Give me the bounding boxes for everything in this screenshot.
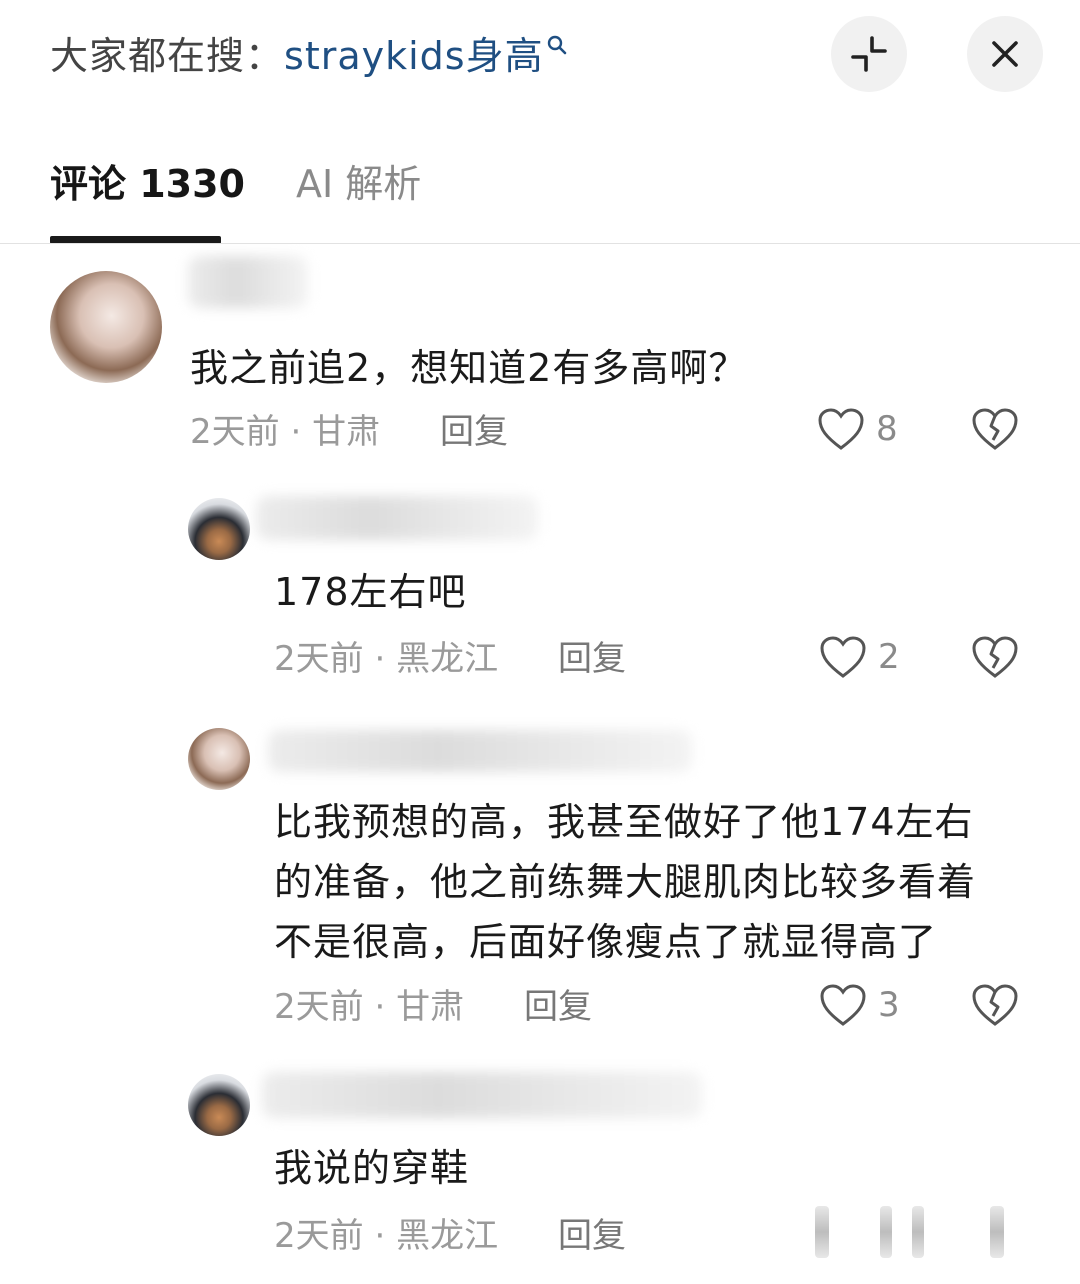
comment-time: 2天前 [190,412,280,452]
close-button[interactable] [967,16,1043,92]
comment-location: 黑龙江 [396,639,499,679]
meta-separator: · [374,639,386,679]
dislike-button[interactable] [970,406,1020,452]
comment-text: 我之前追2，想知道2有多高啊？ [190,346,748,390]
dislike-button[interactable] [970,634,1020,680]
comment-meta: 2天前 · 甘肃 [190,410,380,454]
comment-text: 我说的穿鞋 [274,1146,470,1190]
scroll-indicator [880,1206,892,1258]
like-count: 2 [878,637,900,677]
username-blurred[interactable] [262,1072,702,1118]
collapse-button[interactable] [831,16,907,92]
avatar[interactable] [50,271,162,383]
avatar[interactable] [188,1074,250,1136]
magnifier-icon [547,35,566,55]
username-blurred[interactable] [268,730,692,772]
comment-text: 178左右吧 [274,570,467,614]
comment-text-multiline: 比我预想的高，我甚至做好了他174左右 的准备，他之前练舞大腿肌肉比较多看着 不… [274,792,1054,972]
dislike-button[interactable] [970,982,1020,1028]
meta-separator: · [374,1216,386,1256]
tabs-divider [0,243,1080,244]
search-term-link[interactable]: straykids身高 [284,34,544,78]
comment-line: 的准备，他之前练舞大腿肌肉比较多看着 [274,860,977,904]
like-button[interactable]: 2 [818,634,900,680]
meta-separator: · [290,412,302,452]
like-button[interactable]: 3 [818,982,900,1028]
username-blurred[interactable] [188,256,308,308]
heart-icon [820,636,866,678]
meta-separator: · [374,987,386,1027]
reply-button[interactable]: 回复 [440,410,508,454]
comment-meta: 2天前 · 黑龙江 [274,1214,498,1258]
reply-button[interactable]: 回复 [524,985,592,1029]
heart-icon [818,408,864,450]
search-prefix-label: 大家都在搜： [50,34,285,78]
avatar[interactable] [188,728,250,790]
reply-button[interactable]: 回复 [558,637,626,681]
search-suggestion[interactable]: 大家都在搜：straykids身高 [50,28,568,84]
broken-heart-icon [972,984,1018,1026]
scroll-indicator [912,1206,924,1258]
comment-time: 2天前 [274,639,364,679]
comment-meta: 2天前 · 黑龙江 [274,637,498,681]
reply-button[interactable]: 回复 [558,1214,626,1258]
comment-meta: 2天前 · 甘肃 [274,985,464,1029]
scroll-indicator [990,1206,1004,1258]
broken-heart-icon [972,636,1018,678]
scroll-indicator [815,1206,829,1258]
avatar[interactable] [188,498,250,560]
collapse-arrows-icon [851,36,887,72]
close-icon [992,41,1018,67]
broken-heart-icon [972,408,1018,450]
comment-location: 甘肃 [396,987,465,1027]
comment-location: 黑龙江 [396,1216,499,1256]
like-count: 3 [878,985,900,1025]
comment-line: 不是很高，后面好像瘦点了就显得高了 [274,920,938,964]
comment-time: 2天前 [274,1216,364,1256]
heart-icon [820,984,866,1026]
like-button[interactable]: 8 [816,406,898,452]
comment-location: 甘肃 [312,412,381,452]
like-count: 8 [876,409,898,449]
comment-line: 比我预想的高，我甚至做好了他174左右 [274,800,974,844]
username-blurred[interactable] [256,496,538,540]
comment-time: 2天前 [274,987,364,1027]
tab-ai-analysis[interactable]: AI 解析 [296,156,421,212]
tab-comments[interactable]: 评论 1330 [50,156,245,212]
